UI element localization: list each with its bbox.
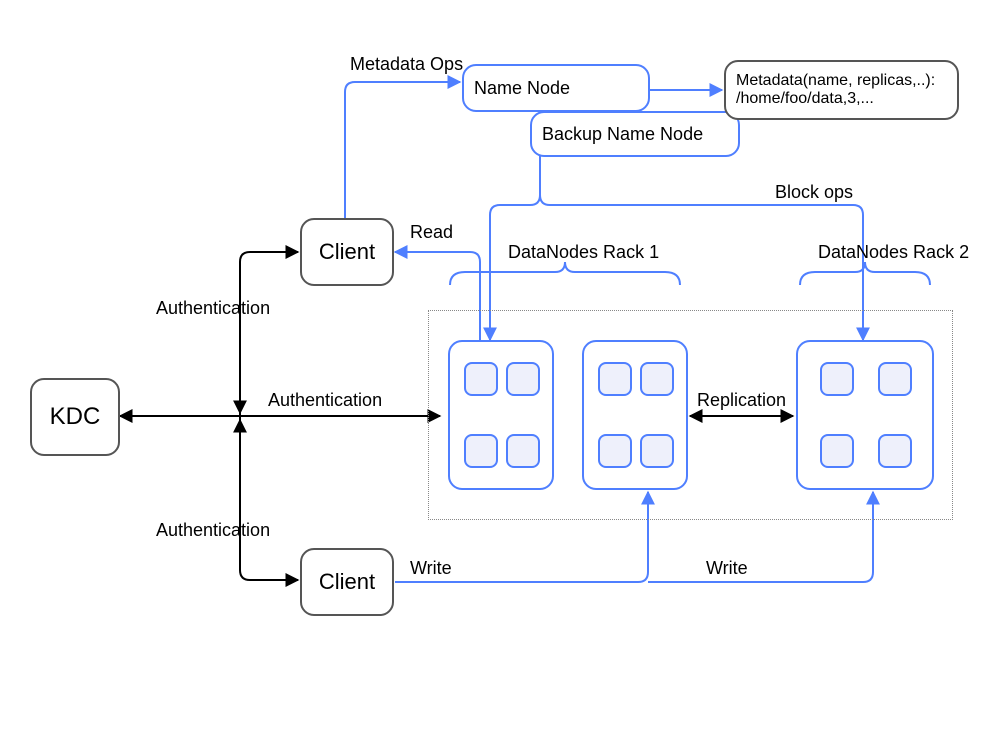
block-icon — [640, 362, 674, 396]
block-icon — [820, 362, 854, 396]
block-icon — [878, 362, 912, 396]
block-icon — [878, 434, 912, 468]
client2-label: Client — [319, 569, 375, 595]
datanode-3 — [796, 340, 934, 490]
label-auth2: Authentication — [268, 390, 382, 411]
backup-namenode-label: Backup Name Node — [542, 124, 703, 145]
brace-rack1 — [450, 262, 680, 285]
kdc-box: KDC — [30, 378, 120, 456]
label-write1: Write — [410, 558, 452, 579]
metadata-line1: Metadata(name, replicas,..): — [736, 72, 935, 90]
label-read: Read — [410, 222, 453, 243]
label-rack1: DataNodes Rack 1 — [508, 242, 659, 263]
brace-rack2 — [800, 262, 930, 285]
block-icon — [506, 362, 540, 396]
block-icon — [820, 434, 854, 468]
block-icon — [464, 434, 498, 468]
label-auth1: Authentication — [156, 298, 270, 319]
client1-box: Client — [300, 218, 394, 286]
datanode-1 — [448, 340, 554, 490]
arrow-auth-client1 — [240, 252, 298, 280]
datanode-2 — [582, 340, 688, 490]
arrow-metadata-ops — [345, 82, 460, 218]
namenode-label: Name Node — [474, 78, 570, 99]
arrow-auth-client2 — [240, 552, 298, 580]
label-metadata-ops: Metadata Ops — [350, 54, 463, 75]
namenode-box: Name Node — [462, 64, 650, 112]
block-icon — [598, 434, 632, 468]
label-write2: Write — [706, 558, 748, 579]
metadata-line2: /home/foo/data,3,... — [736, 90, 874, 108]
client2-box: Client — [300, 548, 394, 616]
backup-namenode-box: Backup Name Node — [530, 111, 740, 157]
label-replication: Replication — [697, 390, 786, 411]
label-auth3: Authentication — [156, 520, 270, 541]
label-rack2: DataNodes Rack 2 — [818, 242, 969, 263]
block-icon — [506, 434, 540, 468]
label-block-ops: Block ops — [775, 182, 853, 203]
block-icon — [464, 362, 498, 396]
block-icon — [640, 434, 674, 468]
kdc-label: KDC — [50, 403, 101, 431]
client1-label: Client — [319, 239, 375, 265]
block-icon — [598, 362, 632, 396]
metadata-box: Metadata(name, replicas,..): /home/foo/d… — [724, 60, 959, 120]
